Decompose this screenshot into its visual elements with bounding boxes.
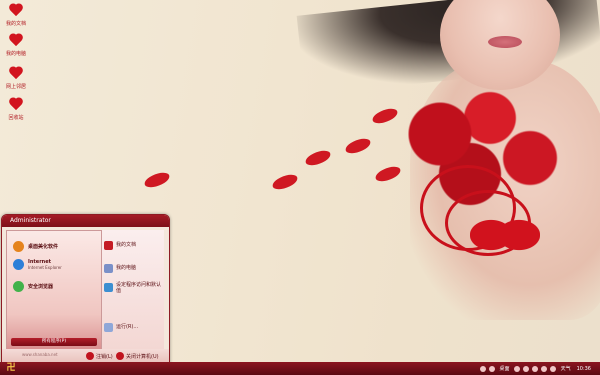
logoff-button[interactable]: 注销(L) — [86, 352, 113, 360]
watermark-text: www.shanaba.net — [22, 352, 58, 357]
pinned-item-title: 安全浏览器 — [28, 283, 54, 290]
internet-explorer-icon — [13, 259, 24, 270]
start-button[interactable]: 卍 — [3, 363, 19, 374]
security-icon[interactable] — [532, 365, 539, 372]
wallpaper-petal — [343, 136, 373, 156]
desktop-icon-my-computer[interactable]: 我的电脑 — [4, 34, 28, 57]
taskbar: 卍 桌面 天气 10:36 — [0, 362, 600, 375]
desktop-icon-recycle-bin[interactable]: 回收站 — [4, 98, 28, 121]
pinned-item-title: 桌面美化软件 — [28, 243, 59, 250]
desktop-icon-my-documents[interactable]: 我的文档 — [4, 4, 28, 27]
start-menu-places-panel: 我的文档 我的电脑 设定程序访问和默认值 运行(R)... — [102, 230, 164, 349]
start-menu-user-name: Administrator — [2, 215, 169, 227]
moon-icon[interactable] — [480, 365, 487, 372]
all-programs-button[interactable]: 所有程序(P) — [11, 338, 97, 346]
wallpaper-petal — [142, 170, 172, 190]
desktop-icon-label: 回收站 — [8, 115, 24, 121]
input-method-icon[interactable] — [550, 365, 557, 372]
power-icon — [116, 352, 124, 360]
start-menu: Administrator 桌面美化软件 Internet Internet E… — [1, 214, 170, 364]
system-tray: 桌面 天气 10:36 — [479, 362, 600, 375]
wallpaper-petal — [303, 148, 333, 168]
logoff-icon — [86, 352, 94, 360]
browser-icon — [13, 281, 24, 292]
network-icon[interactable] — [523, 365, 530, 372]
update-icon[interactable] — [541, 365, 548, 372]
info-icon[interactable] — [489, 365, 496, 372]
shutdown-label: 关闭计算机(U) — [126, 353, 159, 360]
weather-label[interactable]: 天气 — [561, 365, 571, 372]
flower-icon — [13, 241, 24, 252]
logoff-label: 注销(L) — [96, 353, 113, 360]
sound-icon[interactable] — [514, 365, 521, 372]
places-item-my-computer[interactable]: 我的电脑 — [116, 265, 136, 271]
computer-icon — [104, 264, 113, 273]
desktop-icon-label: 网上邻居 — [5, 84, 26, 90]
heart-icon — [9, 34, 23, 46]
heart-icon — [9, 67, 23, 79]
shutdown-button[interactable]: 关闭计算机(U) — [116, 352, 159, 360]
pinned-item-subtitle: Internet Explorer — [28, 265, 62, 270]
heart-icon — [9, 98, 23, 110]
desktop-icon-label: 我的文档 — [5, 21, 26, 27]
pinned-item-browser[interactable]: 安全浏览器 — [13, 281, 53, 292]
pinned-item-beautify[interactable]: 桌面美化软件 — [13, 241, 58, 252]
places-item-my-documents[interactable]: 我的文档 — [116, 242, 136, 248]
folder-icon — [104, 241, 113, 250]
desktop-toolbar-label[interactable]: 桌面 — [500, 365, 510, 372]
places-item-program-defaults[interactable]: 设定程序访问和默认值 — [116, 282, 162, 294]
desktop-icon-label: 我的电脑 — [5, 51, 26, 57]
wallpaper-lips — [488, 36, 522, 48]
defaults-icon — [104, 283, 113, 292]
places-item-run[interactable]: 运行(R)... — [116, 324, 138, 330]
pinned-item-internet[interactable]: Internet Internet Explorer — [13, 259, 62, 270]
wallpaper-bow — [470, 200, 540, 270]
wallpaper-petal — [270, 172, 300, 192]
desktop-icon-network[interactable]: 网上邻居 — [4, 67, 28, 90]
start-menu-pinned-panel: 桌面美化软件 Internet Internet Explorer 安全浏览器 … — [6, 230, 102, 351]
heart-icon — [9, 4, 23, 16]
run-icon — [104, 323, 113, 332]
clock[interactable]: 10:36 — [577, 366, 591, 372]
